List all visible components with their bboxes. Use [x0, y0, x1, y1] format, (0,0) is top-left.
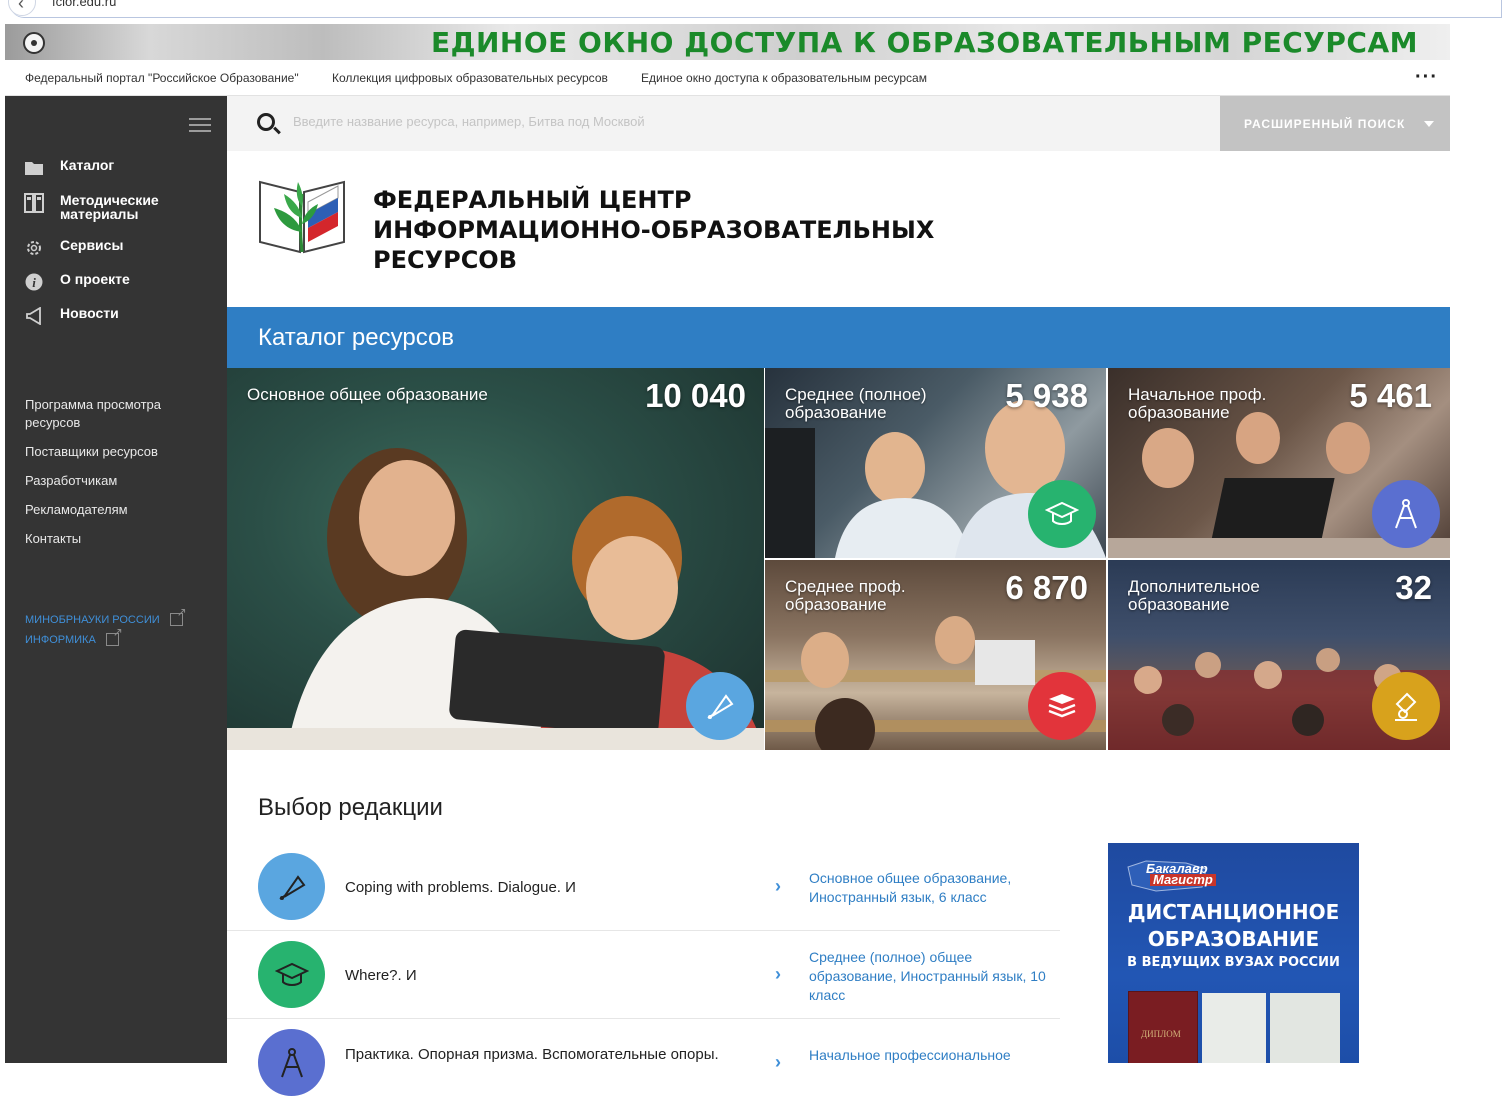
- folder-icon: [23, 158, 45, 178]
- advanced-search-button[interactable]: РАСШИРЕННЫЙ ПОИСК: [1220, 96, 1450, 151]
- info-icon: i: [23, 272, 45, 292]
- sidebar-item-about[interactable]: i О проекте: [23, 272, 130, 292]
- diploma-label: ДИПЛОМ: [1141, 1029, 1181, 1039]
- more-menu-button[interactable]: ···: [1415, 66, 1438, 89]
- graduation-cap-icon: [258, 941, 325, 1008]
- ad-subline: В ВЕДУЩИХ ВУЗАХ РОССИИ: [1127, 955, 1340, 970]
- editor-choice-title: Выбор редакции: [258, 794, 443, 821]
- resource-category[interactable]: Среднее (полное) общее образование, Инос…: [809, 948, 1059, 1005]
- banner-title[interactable]: ЕДИНОЕ ОКНО ДОСТУПА К ОБРАЗОВАТЕЛЬНЫМ РЕ…: [431, 26, 1418, 59]
- books-stack-icon: [1028, 672, 1096, 740]
- search-icon[interactable]: [257, 113, 275, 131]
- tile-count: 32: [1395, 569, 1432, 606]
- chevron-down-icon: [1424, 121, 1434, 127]
- external-link-label: ИНФОРМИКА: [25, 633, 96, 646]
- compass-icon: [1372, 480, 1440, 548]
- gear-icon: [23, 238, 45, 258]
- chevron-right-icon: ›: [775, 964, 781, 984]
- chevron-right-icon: ›: [775, 876, 781, 896]
- resource-title[interactable]: Практика. Опорная призма. Вспомогательны…: [345, 1046, 719, 1063]
- bell-icon: [258, 853, 325, 920]
- diploma-page-image: [1270, 993, 1340, 1063]
- sidebar-item-methods[interactable]: Методические материалы: [23, 193, 180, 221]
- external-link-minobrnauki[interactable]: МИНОБРНАУКИ РОССИИ: [25, 605, 187, 626]
- catalog-tile-initial-prof[interactable]: Начальное проф. образование 5 461: [1108, 368, 1450, 558]
- external-link-icon: [105, 625, 123, 646]
- address-bar[interactable]: [10, 0, 1502, 18]
- ad-banner[interactable]: Бакалавр Магистр ДИСТАНЦИОННОЕ ОБРАЗОВАН…: [1108, 843, 1359, 1063]
- list-item[interactable]: Where?. И › Среднее (полное) общее образ…: [227, 931, 1060, 1019]
- top-link-portal[interactable]: Федеральный портал "Российское Образован…: [25, 71, 299, 85]
- search-bar: [227, 96, 1220, 151]
- external-link-label: МИНОБРНАУКИ РОССИИ: [25, 613, 160, 626]
- sidebar-item-label: О проекте: [60, 271, 130, 287]
- external-link-icon: [169, 605, 187, 626]
- tile-label: Начальное проф. образование: [1128, 385, 1267, 422]
- org-logo[interactable]: [256, 172, 348, 256]
- site-banner: ЕДИНОЕ ОКНО ДОСТУПА К ОБРАЗОВАТЕЛЬНЫМ РЕ…: [5, 24, 1450, 60]
- catalog-title: Каталог ресурсов: [258, 324, 455, 351]
- sidebar-link-contacts[interactable]: Контакты: [25, 530, 195, 548]
- graduation-cap-icon: [1028, 480, 1096, 548]
- sidebar-item-label: Новости: [60, 305, 119, 321]
- search-input[interactable]: [293, 114, 1093, 129]
- sidebar-item-news[interactable]: Новости: [23, 306, 119, 326]
- sidebar-link-suppliers[interactable]: Поставщики ресурсов: [25, 443, 195, 461]
- sidebar-link-developers[interactable]: Разработчикам: [25, 472, 195, 490]
- advanced-search-label: РАСШИРЕННЫЙ ПОИСК: [1244, 117, 1406, 131]
- microscope-icon: [1372, 672, 1440, 740]
- catalog-tile-basic[interactable]: Основное общее образование 10 040: [227, 368, 764, 750]
- external-link-informika[interactable]: ИНФОРМИКА: [25, 625, 123, 646]
- sidebar-link-advertisers[interactable]: Рекламодателям: [25, 501, 195, 519]
- top-link-collection[interactable]: Коллекция цифровых образовательных ресур…: [332, 71, 608, 85]
- hamburger-menu-icon[interactable]: [189, 118, 211, 132]
- top-link-window[interactable]: Единое окно доступа к образовательным ре…: [641, 71, 927, 85]
- banner-circle-icon: [23, 32, 45, 54]
- svg-text:i: i: [32, 275, 36, 290]
- catalog-tile-additional[interactable]: Дополнительное образование 32: [1108, 560, 1450, 750]
- megaphone-icon: [23, 306, 45, 326]
- resource-title[interactable]: Coping with problems. Dialogue. И: [345, 879, 576, 896]
- tile-count: 6 870: [1005, 569, 1088, 606]
- tile-label: Среднее проф. образование: [785, 577, 906, 614]
- tile-label: Дополнительное образование: [1128, 577, 1260, 614]
- book-icon: [23, 193, 45, 213]
- resource-category[interactable]: Начальное профессиональное: [809, 1046, 1059, 1065]
- catalog-tile-secondary-prof[interactable]: Среднее проф. образование 6 870: [765, 560, 1106, 750]
- list-item[interactable]: Практика. Опорная призма. Вспомогательны…: [227, 1019, 1060, 1107]
- diploma-page-image: [1202, 993, 1266, 1063]
- address-url[interactable]: fcior.edu.ru: [52, 0, 116, 9]
- tile-count: 10 040: [645, 377, 746, 414]
- tile-label: Среднее (полное) образование: [785, 385, 927, 422]
- sidebar: Каталог Методические материалы Сервисы i…: [5, 96, 227, 1063]
- bell-icon: [686, 672, 754, 740]
- browser-toolbar: fcior.edu.ru: [0, 0, 1502, 20]
- ad-brand-logo: Бакалавр Магистр: [1126, 857, 1218, 895]
- ad-brand-bottom: Магистр: [1150, 873, 1216, 886]
- sidebar-item-catalog[interactable]: Каталог: [23, 158, 114, 178]
- tile-count: 5 938: [1005, 377, 1088, 414]
- org-title: ФЕДЕРАЛЬНЫЙ ЦЕНТР ИНФОРМАЦИОННО-ОБРАЗОВА…: [373, 186, 935, 274]
- ad-headline: ДИСТАНЦИОННОЕ ОБРАЗОВАНИЕ: [1127, 900, 1340, 951]
- sidebar-item-services[interactable]: Сервисы: [23, 238, 123, 258]
- tile-count: 5 461: [1349, 377, 1432, 414]
- sidebar-link-viewer[interactable]: Программа просмотра ресурсов: [25, 396, 195, 432]
- sidebar-item-label: Сервисы: [60, 237, 124, 253]
- tile-label: Основное общее образование: [247, 385, 488, 404]
- sidebar-item-label: Методические материалы: [60, 192, 159, 222]
- top-links-bar: Федеральный портал "Российское Образован…: [5, 60, 1450, 96]
- catalog-tile-secondary-full[interactable]: Среднее (полное) образование 5 938: [765, 368, 1106, 558]
- catalog-header: Каталог ресурсов: [227, 307, 1450, 368]
- tile-photo: [227, 448, 764, 750]
- resource-category[interactable]: Основное общее образование, Иностранный …: [809, 869, 1059, 907]
- diploma-image: ДИПЛОМ: [1128, 991, 1198, 1063]
- resource-title[interactable]: Where?. И: [345, 967, 417, 984]
- list-item[interactable]: Coping with problems. Dialogue. И › Осно…: [227, 843, 1060, 931]
- sidebar-item-label: Каталог: [60, 157, 115, 173]
